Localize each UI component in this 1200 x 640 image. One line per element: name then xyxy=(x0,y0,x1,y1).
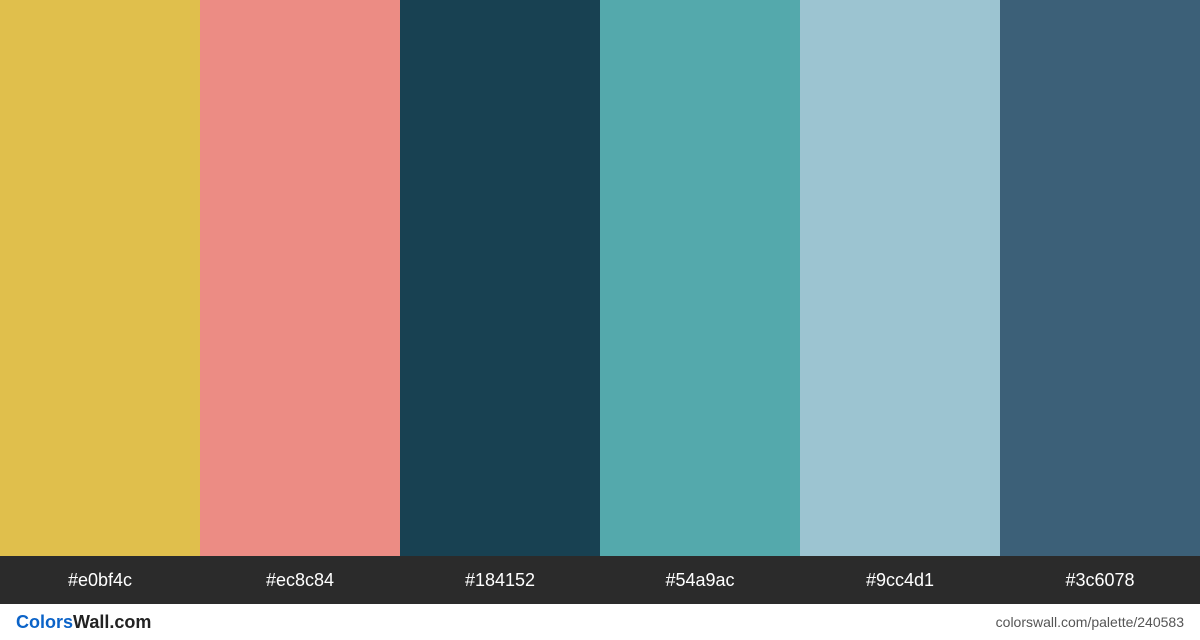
color-swatch xyxy=(1000,0,1200,556)
hex-label: #e0bf4c xyxy=(0,556,200,604)
footer: ColorsWall.com colorswall.com/palette/24… xyxy=(0,604,1200,640)
palette-url: colorswall.com/palette/240583 xyxy=(996,614,1184,630)
hex-label: #184152 xyxy=(400,556,600,604)
palette xyxy=(0,0,1200,556)
color-swatch xyxy=(200,0,400,556)
hex-label: #54a9ac xyxy=(600,556,800,604)
color-swatch xyxy=(800,0,1000,556)
color-swatch xyxy=(0,0,200,556)
hex-label: #ec8c84 xyxy=(200,556,400,604)
hex-label: #3c6078 xyxy=(1000,556,1200,604)
brand-part1: Colors xyxy=(16,612,73,632)
hex-bar: #e0bf4c #ec8c84 #184152 #54a9ac #9cc4d1 … xyxy=(0,556,1200,604)
brand-logo: ColorsWall.com xyxy=(16,612,151,633)
brand-part2: Wall.com xyxy=(73,612,151,632)
color-swatch xyxy=(400,0,600,556)
hex-label: #9cc4d1 xyxy=(800,556,1000,604)
color-swatch xyxy=(600,0,800,556)
